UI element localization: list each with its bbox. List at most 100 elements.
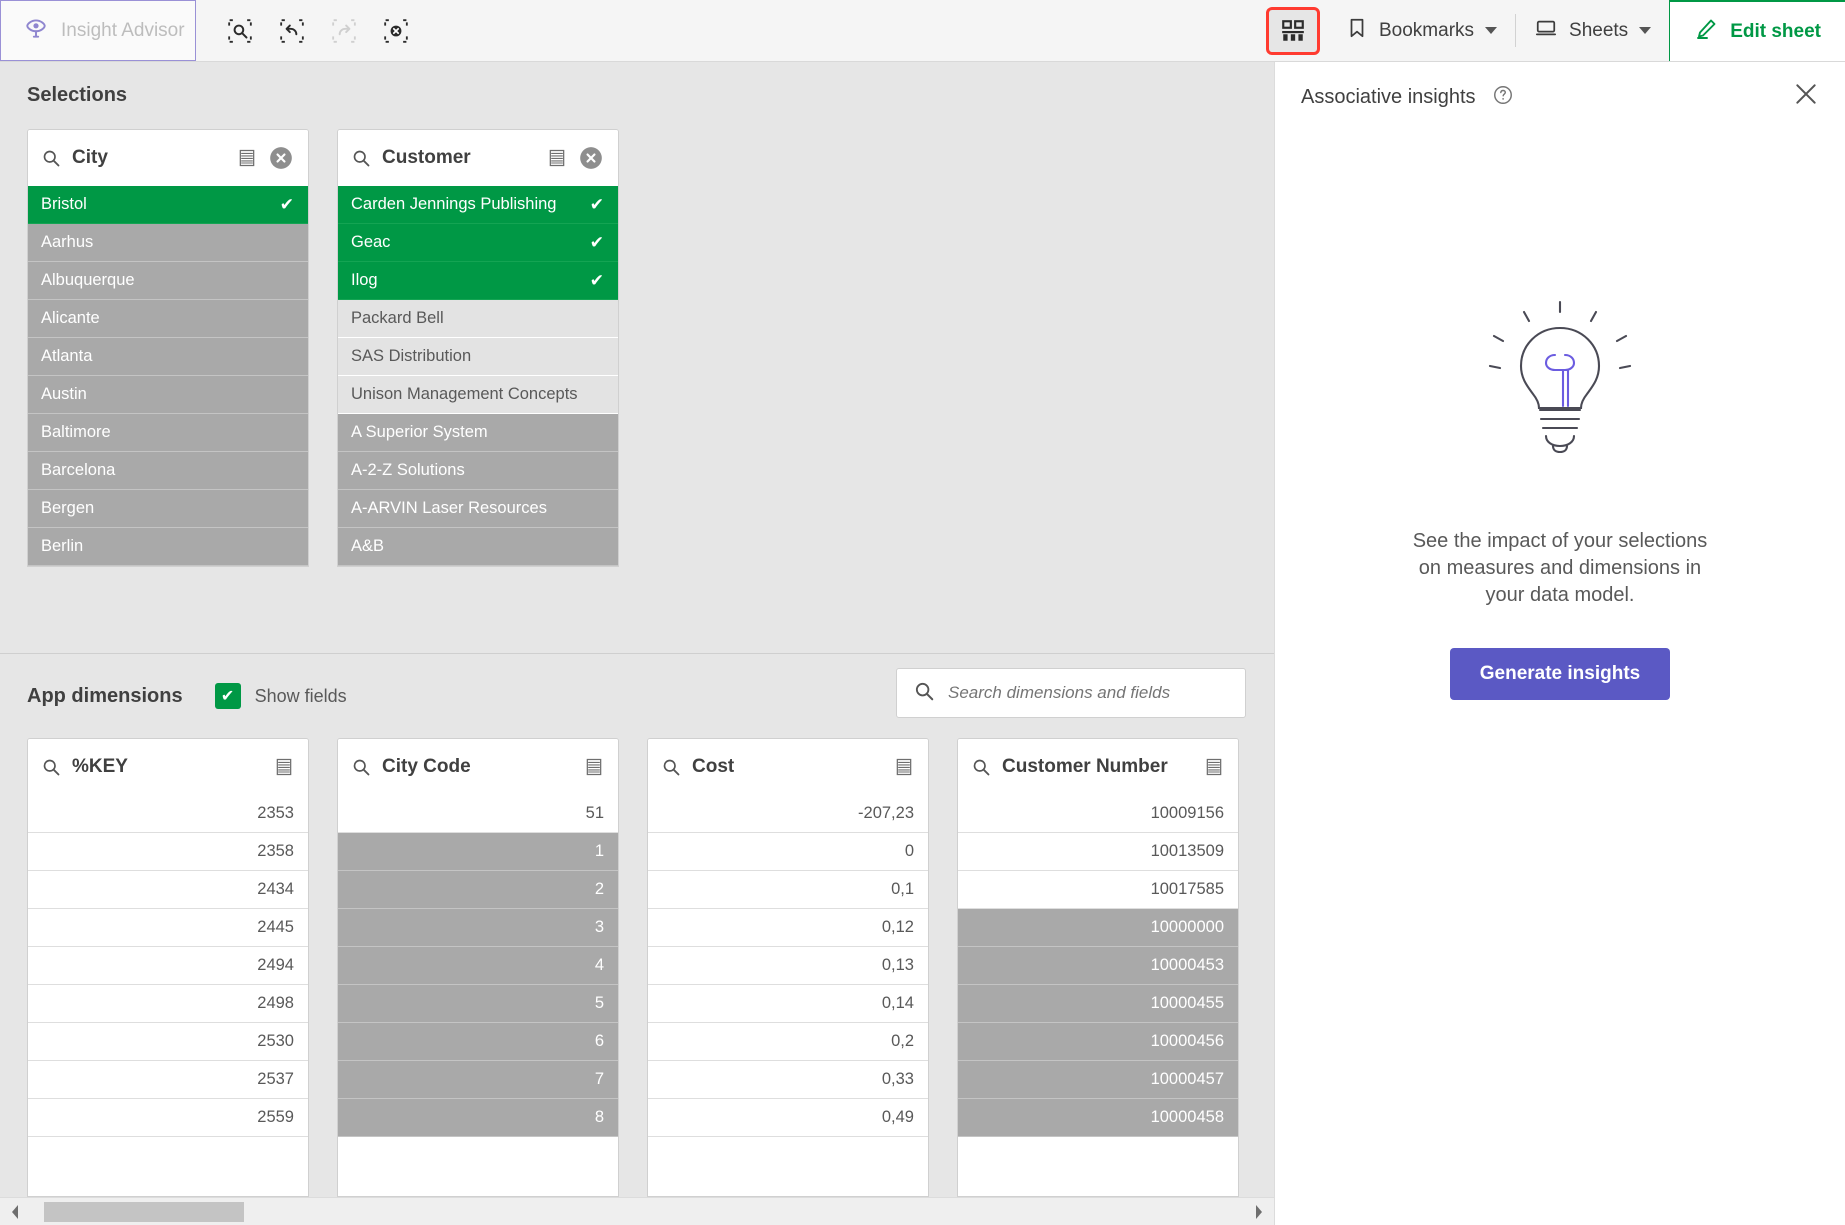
listbox-item[interactable]: Aarhus	[28, 224, 308, 262]
scrollbar-thumb[interactable]	[44, 1201, 244, 1222]
listbox-item[interactable]: 10009156	[958, 795, 1238, 833]
associative-insights-title: Associative insights	[1301, 85, 1476, 108]
app-dimensions-title: App dimensions	[27, 684, 183, 707]
selection-search-icon[interactable]	[218, 9, 262, 53]
listbox-item-value: 0,2	[891, 1032, 914, 1050]
listbox-item[interactable]: Bristol ✔	[28, 186, 308, 224]
clear-selection-icon[interactable]	[268, 145, 294, 171]
list-view-icon[interactable]	[274, 757, 294, 777]
listbox-item[interactable]: Carden Jennings Publishing ✔	[338, 186, 618, 224]
listbox-item[interactable]: 6	[338, 1023, 618, 1061]
listbox-item[interactable]: 0,14	[648, 985, 928, 1023]
listbox-item[interactable]: A-2-Z Solutions	[338, 452, 618, 490]
list-view-icon[interactable]	[1204, 757, 1224, 777]
step-back-icon[interactable]	[270, 9, 314, 53]
dimensions-search[interactable]	[896, 668, 1246, 718]
show-fields-checkbox[interactable]: ✔	[214, 683, 241, 709]
listbox-item[interactable]: 2559	[28, 1099, 308, 1137]
listbox-item[interactable]: 10000453	[958, 947, 1238, 985]
listbox-item[interactable]: Bergen	[28, 490, 308, 528]
listbox-item[interactable]: SAS Distribution	[338, 338, 618, 376]
listbox-item[interactable]: 8	[338, 1099, 618, 1137]
listbox-item[interactable]: 2494	[28, 947, 308, 985]
listbox-header: City	[28, 130, 308, 186]
sheets-menu[interactable]: Sheets	[1516, 0, 1669, 61]
search-icon[interactable]	[351, 148, 371, 168]
search-icon[interactable]	[41, 757, 61, 777]
listbox-item[interactable]: 2445	[28, 909, 308, 947]
listbox-item[interactable]: 4	[338, 947, 618, 985]
listbox-item[interactable]: 0,33	[648, 1061, 928, 1099]
listbox-item[interactable]: 0,12	[648, 909, 928, 947]
listbox-item[interactable]: Berlin	[28, 528, 308, 566]
listbox-item-value: 0,49	[881, 1108, 914, 1126]
listbox-item[interactable]: 0,1	[648, 871, 928, 909]
listbox-item[interactable]: -207,23	[648, 795, 928, 833]
listbox-item[interactable]: 2537	[28, 1061, 308, 1099]
help-circle-icon[interactable]	[1492, 84, 1514, 111]
list-view-icon[interactable]	[547, 148, 567, 168]
listbox-item[interactable]: Ilog ✔	[338, 262, 618, 300]
listbox-item[interactable]: 10000457	[958, 1061, 1238, 1099]
listbox-item[interactable]: Barcelona	[28, 452, 308, 490]
listbox-item[interactable]: 10000458	[958, 1099, 1238, 1137]
search-icon[interactable]	[41, 148, 61, 168]
listbox-item[interactable]: 1	[338, 833, 618, 871]
listbox-item[interactable]: 0,2	[648, 1023, 928, 1061]
generate-insights-button[interactable]: Generate insights	[1449, 647, 1671, 700]
search-icon[interactable]	[351, 757, 371, 777]
listbox-item[interactable]: Atlanta	[28, 338, 308, 376]
listbox-item[interactable]: 0,13	[648, 947, 928, 985]
listbox-item[interactable]: A-ARVIN Laser Resources	[338, 490, 618, 528]
listbox-item[interactable]: 0	[648, 833, 928, 871]
listbox-item[interactable]: 10000000	[958, 909, 1238, 947]
associative-insights-icon[interactable]	[1266, 6, 1320, 55]
listbox-item-value: 2358	[257, 842, 294, 860]
listbox-item[interactable]: Austin	[28, 376, 308, 414]
listbox-item[interactable]: 2530	[28, 1023, 308, 1061]
listbox-item[interactable]: Alicante	[28, 300, 308, 338]
list-view-icon[interactable]	[584, 757, 604, 777]
search-icon[interactable]	[971, 757, 991, 777]
listbox-item[interactable]: 10013509	[958, 833, 1238, 871]
listbox-item[interactable]: 2	[338, 871, 618, 909]
clear-selection-icon[interactable]	[578, 145, 604, 171]
search-icon[interactable]	[661, 757, 681, 777]
clear-all-selections-icon[interactable]	[374, 9, 418, 53]
listbox-item[interactable]: Albuquerque	[28, 262, 308, 300]
scroll-right-arrow[interactable]	[1248, 1204, 1270, 1220]
listbox-item[interactable]: 2358	[28, 833, 308, 871]
listbox-item-value: Geac	[351, 233, 391, 251]
list-view-icon[interactable]	[894, 757, 914, 777]
listbox-item[interactable]: A&B	[338, 528, 618, 566]
listbox-item[interactable]: A Superior System	[338, 414, 618, 452]
listbox-item[interactable]: 2353	[28, 795, 308, 833]
list-view-icon[interactable]	[237, 148, 257, 168]
listbox-item[interactable]: 10017585	[958, 871, 1238, 909]
listbox-item-value: Unison Management Concepts	[351, 385, 578, 403]
listbox-item[interactable]: Baltimore	[28, 414, 308, 452]
edit-sheet-button[interactable]: Edit sheet	[1669, 0, 1845, 61]
close-icon[interactable]	[1793, 81, 1819, 113]
listbox-item-value: 2353	[257, 804, 294, 822]
listbox-item[interactable]: 5	[338, 985, 618, 1023]
listbox-item[interactable]: Unison Management Concepts	[338, 376, 618, 414]
listbox-item[interactable]: Packard Bell	[338, 300, 618, 338]
horizontal-scrollbar[interactable]	[0, 1197, 1274, 1225]
insight-advisor-button[interactable]: Insight Advisor	[0, 0, 196, 61]
scrollbar-track[interactable]	[26, 1201, 1248, 1222]
search-input[interactable]	[948, 683, 1229, 703]
selection-tools	[196, 0, 418, 61]
listbox-item[interactable]: 2498	[28, 985, 308, 1023]
listbox-item[interactable]: 3	[338, 909, 618, 947]
listbox-item[interactable]: Geac ✔	[338, 224, 618, 262]
listbox-item[interactable]: 10000456	[958, 1023, 1238, 1061]
listbox-item[interactable]: 51	[338, 795, 618, 833]
listbox-item[interactable]: 7	[338, 1061, 618, 1099]
listbox-item[interactable]: 0,49	[648, 1099, 928, 1137]
listbox-item[interactable]: 10000455	[958, 985, 1238, 1023]
scroll-left-arrow[interactable]	[4, 1204, 26, 1220]
bookmarks-menu[interactable]: Bookmarks	[1328, 0, 1515, 61]
listbox-item-value: 0,14	[881, 994, 914, 1012]
listbox-item[interactable]: 2434	[28, 871, 308, 909]
